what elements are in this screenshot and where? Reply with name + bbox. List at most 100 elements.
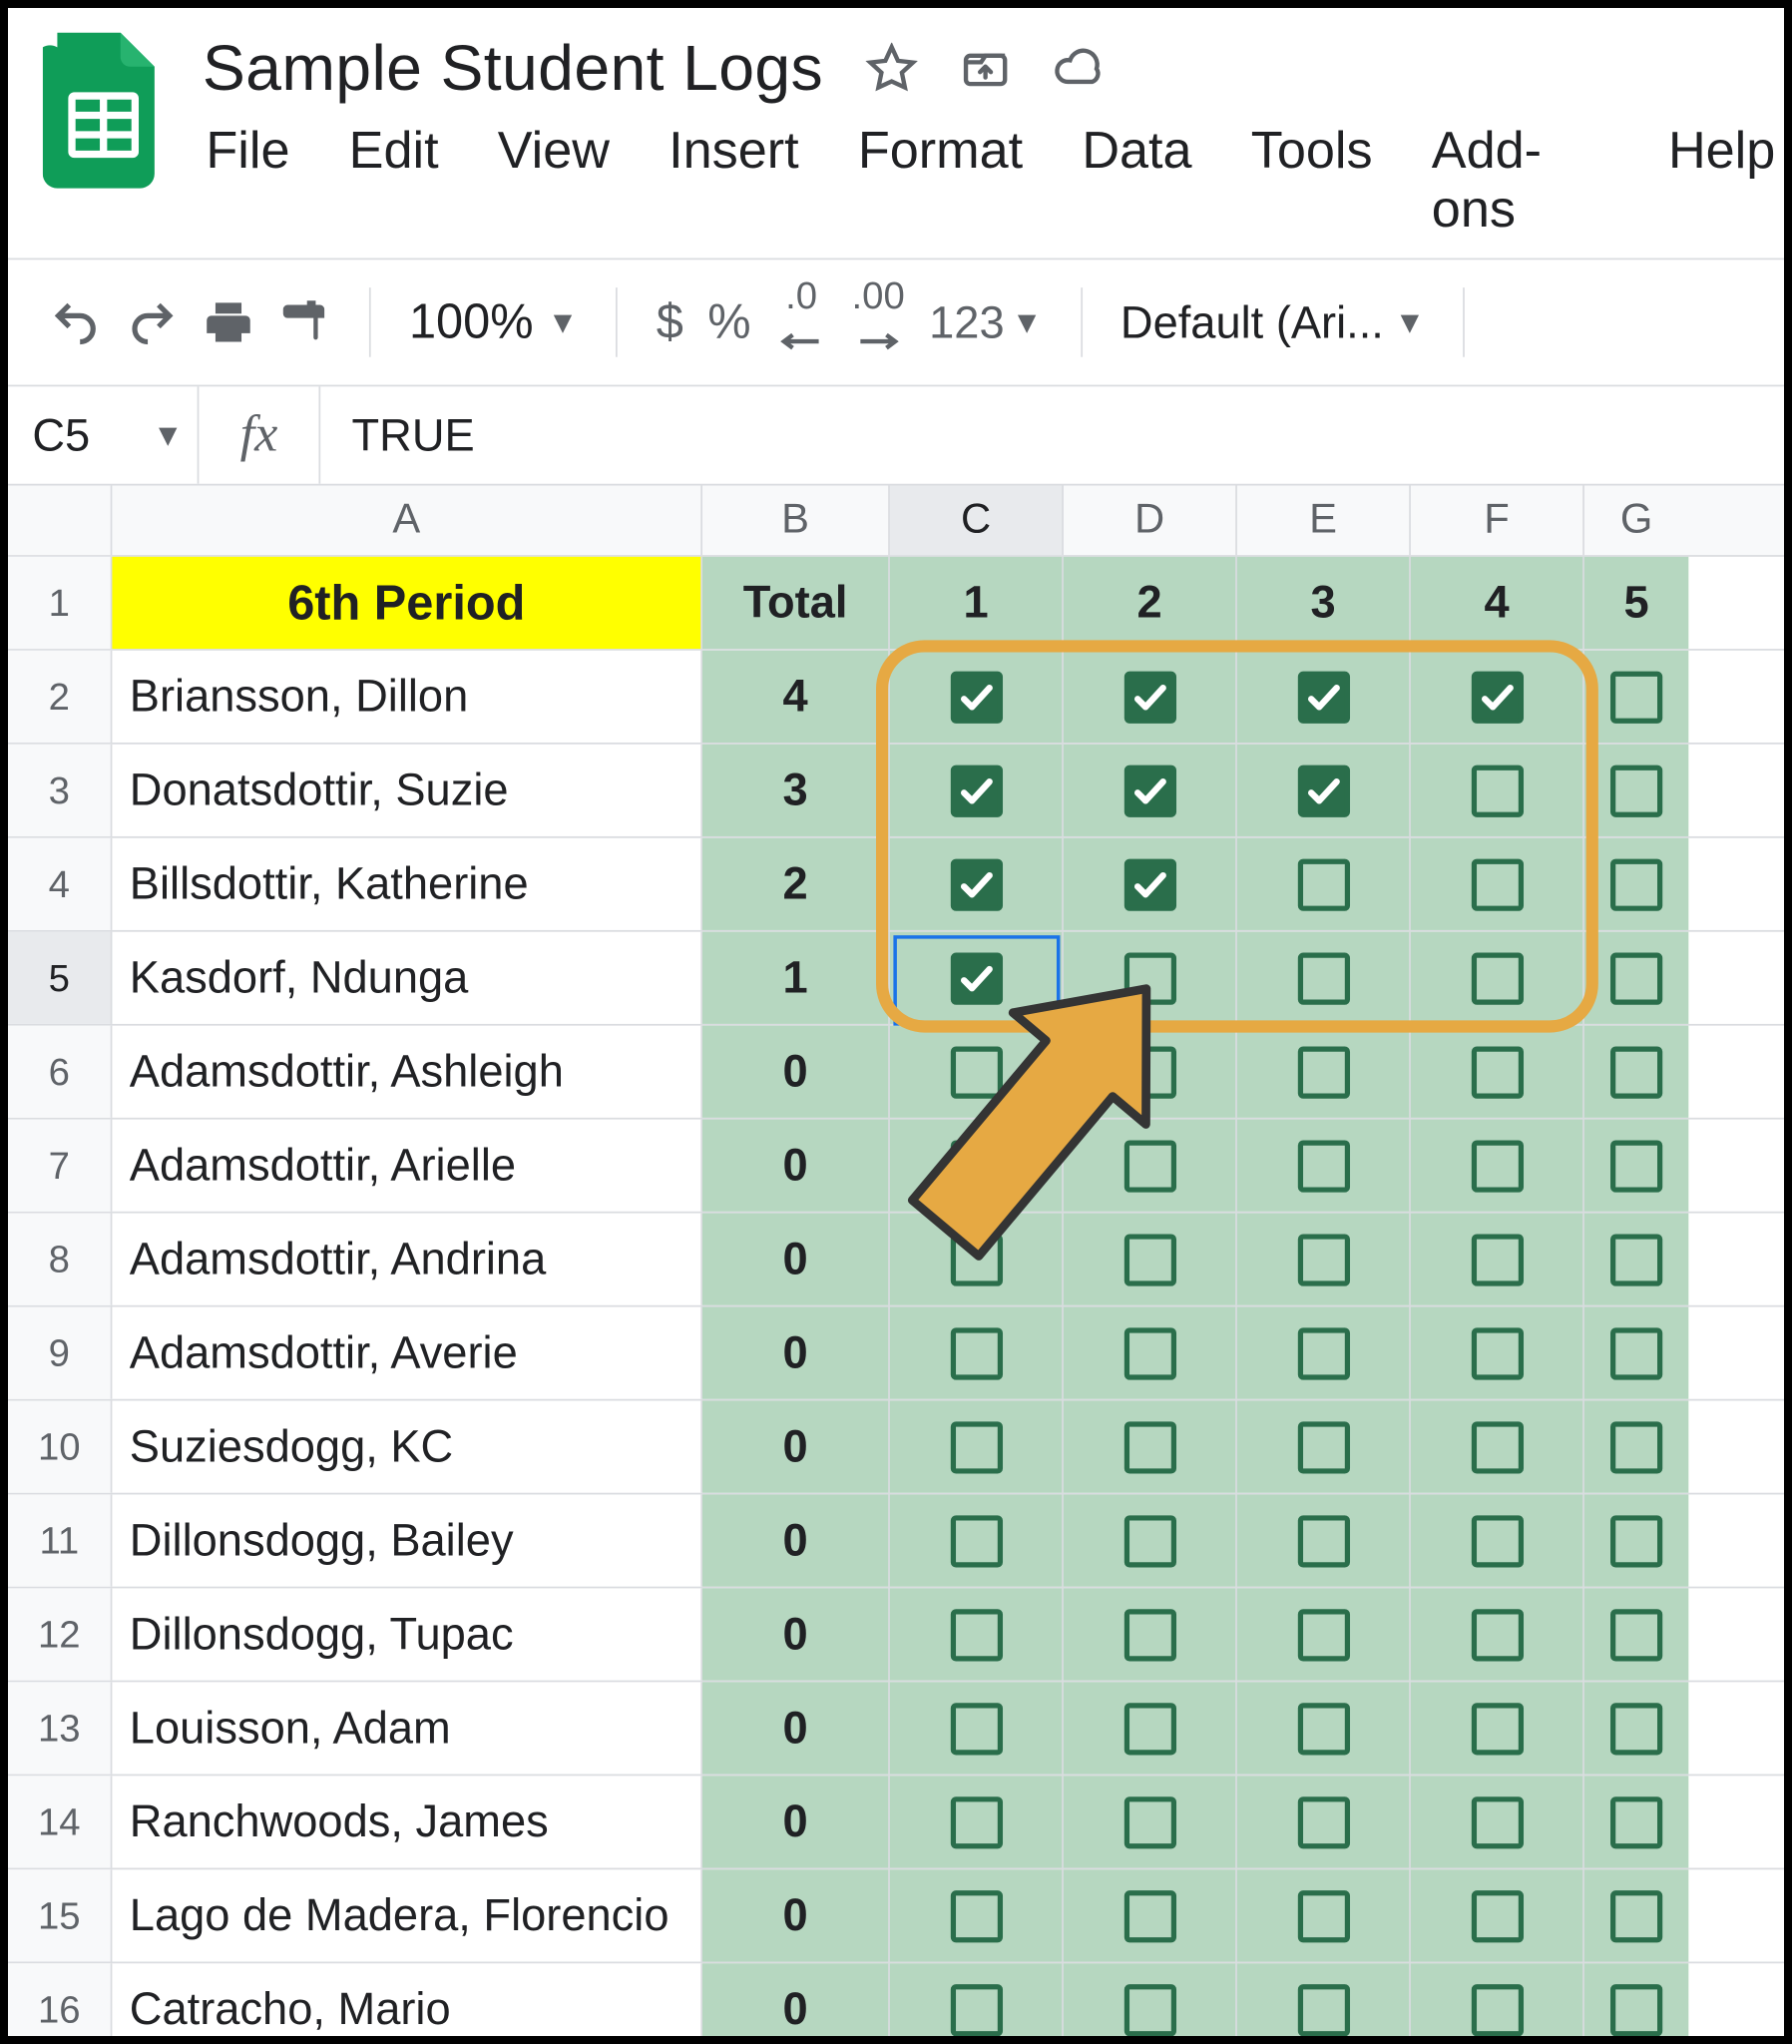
cell-total[interactable]: 4 <box>702 651 890 743</box>
cell-E14[interactable] <box>1237 1776 1411 1867</box>
checkbox[interactable] <box>950 1795 1002 1847</box>
checkbox[interactable] <box>1471 1234 1523 1285</box>
checkbox[interactable] <box>1610 1795 1662 1847</box>
sheets-app-icon[interactable] <box>43 32 165 189</box>
cell-name[interactable]: Briansson, Dillon <box>112 651 702 743</box>
checkbox[interactable] <box>1297 1420 1349 1472</box>
cell-total[interactable]: 3 <box>702 745 890 836</box>
checkbox[interactable] <box>1610 1514 1662 1566</box>
cell-G5[interactable] <box>1584 932 1688 1024</box>
cell-G15[interactable] <box>1584 1869 1688 1961</box>
checkbox[interactable] <box>950 1702 1002 1754</box>
checkbox[interactable] <box>950 1140 1002 1192</box>
row-header[interactable]: 13 <box>8 1682 112 1774</box>
fx-icon[interactable]: fx <box>199 386 320 483</box>
cell-C11[interactable] <box>890 1494 1064 1586</box>
checkbox[interactable] <box>1610 671 1662 723</box>
cell-D7[interactable] <box>1064 1120 1237 1212</box>
undo-icon[interactable] <box>50 296 102 348</box>
row-header[interactable]: 5 <box>8 932 112 1024</box>
cell-G12[interactable] <box>1584 1588 1688 1680</box>
cell-F11[interactable] <box>1411 1494 1584 1586</box>
checkbox[interactable] <box>950 1046 1002 1098</box>
checkbox[interactable] <box>1297 1983 1349 2035</box>
row-header[interactable]: 10 <box>8 1400 112 1492</box>
checkbox[interactable] <box>1123 1046 1175 1098</box>
cell-F1[interactable]: 4 <box>1411 557 1584 649</box>
cell-D15[interactable] <box>1064 1869 1237 1961</box>
cell-total[interactable]: 0 <box>702 1682 890 1774</box>
checkbox[interactable] <box>1471 671 1523 723</box>
menu-format[interactable]: Format <box>858 123 1023 241</box>
cell-G8[interactable] <box>1584 1214 1688 1305</box>
cell-G6[interactable] <box>1584 1026 1688 1118</box>
checkbox[interactable] <box>1123 1327 1175 1379</box>
row-header[interactable]: 9 <box>8 1307 112 1399</box>
cell-F7[interactable] <box>1411 1120 1584 1212</box>
cell-E4[interactable] <box>1237 838 1411 930</box>
row-header[interactable]: 16 <box>8 1963 112 2044</box>
cell-name[interactable]: Billsdottir, Katherine <box>112 838 702 930</box>
cell-E3[interactable] <box>1237 745 1411 836</box>
checkbox[interactable] <box>1297 1889 1349 1941</box>
checkbox[interactable] <box>1297 1514 1349 1566</box>
checkbox[interactable] <box>1297 671 1349 723</box>
checkbox[interactable] <box>1297 1608 1349 1660</box>
cell-total[interactable]: 0 <box>702 1120 890 1212</box>
row-header[interactable]: 12 <box>8 1588 112 1680</box>
checkbox[interactable] <box>1471 952 1523 1004</box>
checkbox[interactable] <box>1471 1795 1523 1847</box>
checkbox[interactable] <box>950 952 1002 1004</box>
checkbox[interactable] <box>1297 952 1349 1004</box>
checkbox[interactable] <box>1123 1234 1175 1285</box>
checkbox[interactable] <box>1471 1514 1523 1566</box>
cell-E15[interactable] <box>1237 1869 1411 1961</box>
cell-C4[interactable] <box>890 838 1064 930</box>
cell-G1[interactable]: 5 <box>1584 557 1688 649</box>
cell-total[interactable]: 0 <box>702 1869 890 1961</box>
checkbox[interactable] <box>950 1983 1002 2035</box>
checkbox[interactable] <box>1123 1702 1175 1754</box>
checkbox[interactable] <box>1610 1327 1662 1379</box>
checkbox[interactable] <box>1297 1795 1349 1847</box>
cell-name[interactable]: Adamsdottir, Andrina <box>112 1214 702 1305</box>
checkbox[interactable] <box>1123 1889 1175 1941</box>
col-header-B[interactable]: B <box>702 486 890 556</box>
cell-E6[interactable] <box>1237 1026 1411 1118</box>
cell-F3[interactable] <box>1411 745 1584 836</box>
checkbox[interactable] <box>1297 765 1349 816</box>
checkbox[interactable] <box>1123 952 1175 1004</box>
percent-button[interactable]: % <box>707 294 750 350</box>
formula-input[interactable]: TRUE <box>320 408 506 462</box>
cell-A1[interactable]: 6th Period <box>112 557 702 649</box>
cell-name[interactable]: Adamsdottir, Averie <box>112 1307 702 1399</box>
checkbox[interactable] <box>1471 1702 1523 1754</box>
cell-G11[interactable] <box>1584 1494 1688 1586</box>
cell-name[interactable]: Donatsdottir, Suzie <box>112 745 702 836</box>
checkbox[interactable] <box>1123 1514 1175 1566</box>
cell-name[interactable]: Dillonsdogg, Bailey <box>112 1494 702 1586</box>
cell-D1[interactable]: 2 <box>1064 557 1237 649</box>
row-header[interactable]: 2 <box>8 651 112 743</box>
checkbox[interactable] <box>950 1889 1002 1941</box>
row-header[interactable]: 11 <box>8 1494 112 1586</box>
checkbox[interactable] <box>1297 1234 1349 1285</box>
cell-F6[interactable] <box>1411 1026 1584 1118</box>
cell-D4[interactable] <box>1064 838 1237 930</box>
cell-total[interactable]: 0 <box>702 1963 890 2044</box>
decrease-decimal-button[interactable]: .0 <box>775 277 827 367</box>
cell-D3[interactable] <box>1064 745 1237 836</box>
cell-name[interactable]: Adamsdottir, Arielle <box>112 1120 702 1212</box>
col-header-C[interactable]: C <box>890 486 1064 556</box>
print-icon[interactable] <box>203 296 254 348</box>
cell-B1[interactable]: Total <box>702 557 890 649</box>
paint-format-icon[interactable] <box>278 296 330 348</box>
checkbox[interactable] <box>1297 1702 1349 1754</box>
row-header[interactable]: 7 <box>8 1120 112 1212</box>
cell-D9[interactable] <box>1064 1307 1237 1399</box>
cell-C6[interactable] <box>890 1026 1064 1118</box>
cell-C14[interactable] <box>890 1776 1064 1867</box>
menu-addons[interactable]: Add-ons <box>1432 123 1609 241</box>
checkbox[interactable] <box>1610 1046 1662 1098</box>
cell-D13[interactable] <box>1064 1682 1237 1774</box>
